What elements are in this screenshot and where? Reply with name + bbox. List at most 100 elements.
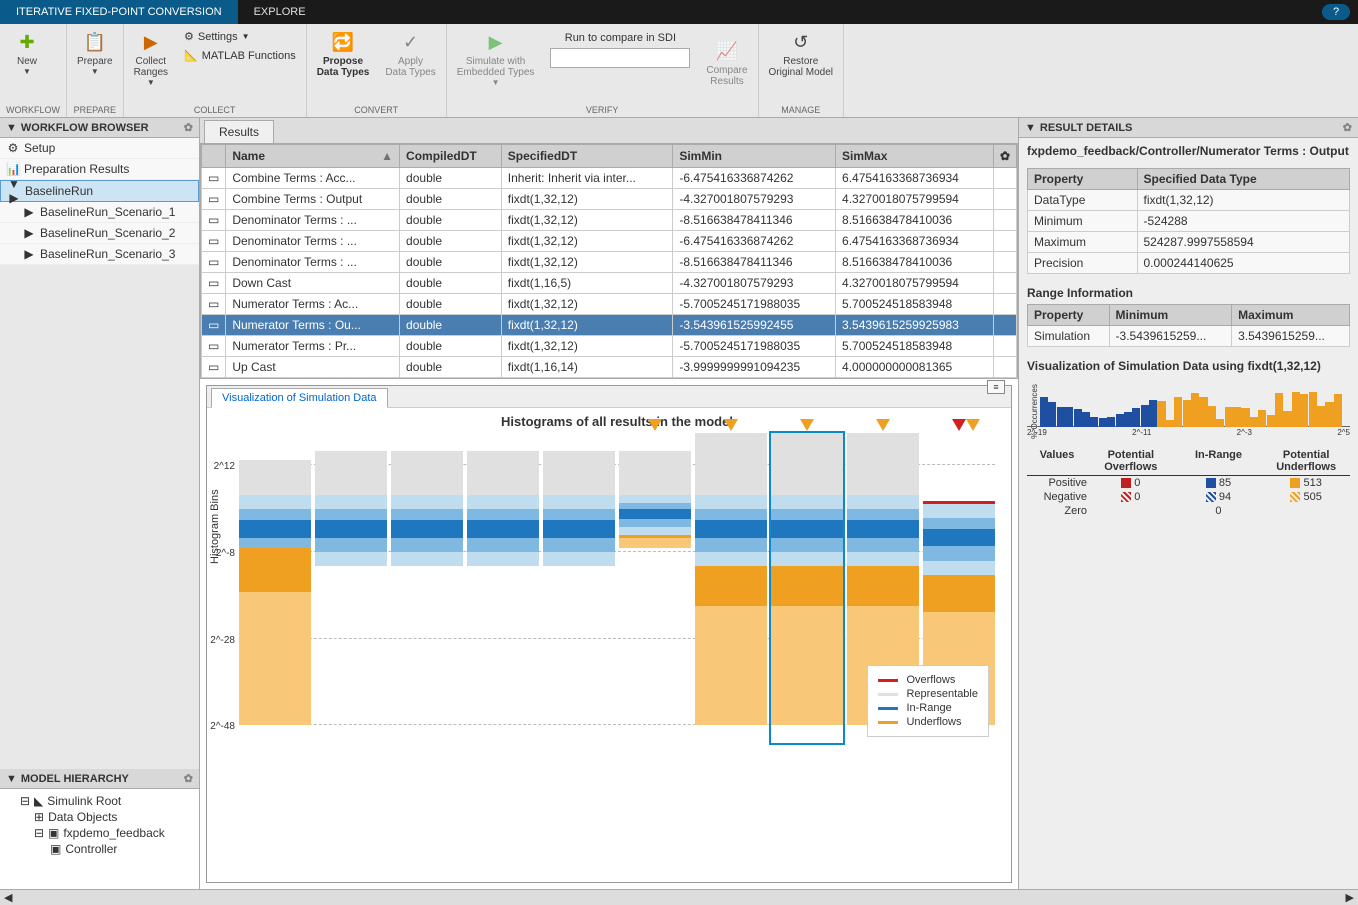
scenario-icon: ▶ [22,247,36,261]
col-simmax[interactable]: SimMax [836,145,994,168]
ribbon: ✚ New ▼ WORKFLOW 📋 Prepare ▼ PREPARE ▶ C… [0,24,1358,118]
values-positive: Positive 0 85 513 [1027,476,1350,490]
run-icon: ▼ ▶ [7,177,21,205]
run-compare-label: Run to compare in SDI [565,32,676,44]
play-icon: ▶ [484,30,508,54]
histogram-column[interactable] [391,433,463,743]
tree-data-objects[interactable]: ⊞Data Objects [4,809,195,825]
verify-group-label: VERIFY [453,105,752,115]
tree-controller[interactable]: ▣Controller [4,841,195,857]
compare-results-button[interactable]: 📈 Compare Results [702,28,751,89]
workflow-prep-results[interactable]: 📊Preparation Results [0,159,199,180]
scroll-left-icon[interactable]: ◀ [4,891,12,904]
histogram-column[interactable] [695,433,767,743]
workflow-scenario-2[interactable]: ▶BaselineRun_Scenario_2 [0,223,199,244]
settings-button[interactable]: ⚙ Settings ▼ [180,28,300,45]
new-button[interactable]: ✚ New ▼ [6,28,48,78]
gear-icon[interactable]: ✿ [1343,121,1352,134]
convert-group-label: CONVERT [313,105,440,115]
scenario-icon: ▶ [22,205,36,219]
table-row[interactable]: ▭Down Castdoublefixdt(1,16,5)-4.32700180… [202,273,1017,294]
tab-explore[interactable]: EXPLORE [238,0,322,24]
prepare-button[interactable]: 📋 Prepare ▼ [73,28,117,78]
status-bar: ◀ ▶ [0,889,1358,905]
run-compare-dropdown[interactable] [550,48,690,68]
tree-simulink-root[interactable]: ⊟◣Simulink Root [4,793,195,809]
histogram-column[interactable] [771,433,843,743]
setup-icon: ⚙ [6,141,20,155]
values-header: ValuesPotential OverflowsIn-RangePotenti… [1027,447,1350,476]
restore-icon: ↺ [789,30,813,54]
viz-legend: Overflows Representable In-Range Underfl… [867,665,989,737]
collect-ranges-button[interactable]: ▶ Collect Ranges ▼ [130,28,172,89]
histogram-column[interactable] [239,433,311,743]
range-info-table: PropertyMinimumMaximum Simulation-3.5439… [1027,304,1350,347]
results-table: Name▲ CompiledDT SpecifiedDT SimMin SimM… [201,144,1017,378]
prepare-icon: 📋 [83,30,107,54]
col-specifieddt[interactable]: SpecifiedDT [501,145,673,168]
histogram-column[interactable] [467,433,539,743]
tree-fxpdemo[interactable]: ⊟▣fxpdemo_feedback [4,825,195,841]
model-icon: ▣ [48,826,59,840]
col-simmin[interactable]: SimMin [673,145,836,168]
manage-group-label: MANAGE [765,105,837,115]
dataobj-icon: ⊞ [34,810,44,824]
block-icon: ▣ [50,842,61,856]
histogram-column[interactable] [619,433,691,743]
workflow-browser-header: ▼WORKFLOW BROWSER ✿ [0,118,199,138]
workflow-group-label: WORKFLOW [6,105,60,115]
collect-icon: ▶ [139,30,163,54]
histogram-column[interactable] [543,433,615,743]
simulate-embedded-button[interactable]: ▶ Simulate with Embedded Types ▼ [453,28,539,89]
model-hierarchy-header: ▼MODEL HIERARCHY ✿ [0,769,199,789]
result-path: fxpdemo_feedback/Controller/Numerator Te… [1027,144,1350,158]
histogram-chart: Histogram Bins 2^12 2^-8 2^-28 2^-48 Ove… [239,433,995,743]
viz-section-heading: Visualization of Simulation Data using f… [1027,359,1350,373]
col-add[interactable]: ✿ [993,145,1016,168]
matlab-functions-button[interactable]: 📐 MATLAB Functions [180,47,300,64]
table-row[interactable]: ▭Numerator Terms : Ou...doublefixdt(1,32… [202,315,1017,336]
table-row[interactable]: ▭Combine Terms : Acc...doubleInherit: In… [202,168,1017,189]
propose-data-types-button[interactable]: 🔁 Propose Data Types [313,28,374,80]
gear-icon: ⚙ [184,30,194,43]
apply-data-types-button[interactable]: ✓ Apply Data Types [381,28,439,80]
workflow-setup[interactable]: ⚙Setup [0,138,199,159]
values-zero: Zero 0 [1027,504,1350,518]
table-row[interactable]: ▭Numerator Terms : Ac...doublefixdt(1,32… [202,294,1017,315]
table-row[interactable]: ▭Denominator Terms : ...doublefixdt(1,32… [202,210,1017,231]
matlab-icon: 📐 [184,49,198,62]
col-compileddt[interactable]: CompiledDT [400,145,502,168]
tab-results[interactable]: Results [204,120,274,143]
table-row[interactable]: ▭Denominator Terms : ...doublefixdt(1,32… [202,252,1017,273]
propose-icon: 🔁 [331,30,355,54]
simulink-icon: ◣ [34,794,43,808]
scroll-right-icon[interactable]: ▶ [1346,891,1354,904]
help-button[interactable]: ? [1322,4,1350,20]
restore-model-button[interactable]: ↺ Restore Original Model [765,28,837,80]
results-icon: 📊 [6,162,20,176]
plus-icon: ✚ [15,30,39,54]
workflow-baselinerun[interactable]: ▼ ▶BaselineRun [0,180,199,202]
mini-histogram: % Occurrences 2^-192^-112^-32^5 [1027,377,1350,437]
histogram-column[interactable] [315,433,387,743]
workflow-scenario-1[interactable]: ▶BaselineRun_Scenario_1 [0,202,199,223]
values-negative: Negative 0 94 505 [1027,490,1350,504]
gear-icon[interactable]: ✿ [184,772,193,785]
table-row[interactable]: ▭Denominator Terms : ...doublefixdt(1,32… [202,231,1017,252]
spec-data-type-table: PropertySpecified Data Type DataTypefixd… [1027,168,1350,274]
scenario-icon: ▶ [22,226,36,240]
table-row[interactable]: ▭Numerator Terms : Pr...doublefixdt(1,32… [202,336,1017,357]
table-row[interactable]: ▭Combine Terms : Outputdoublefixdt(1,32,… [202,189,1017,210]
result-details-header: ▼RESULT DETAILS ✿ [1019,118,1358,138]
col-name[interactable]: Name▲ [226,145,400,168]
tab-visualization[interactable]: Visualization of Simulation Data [211,388,388,408]
table-row[interactable]: ▭Up Castdoublefixdt(1,16,14)-3.999999999… [202,357,1017,378]
legend-toggle-icon[interactable]: ≡ [987,380,1005,394]
workflow-scenario-3[interactable]: ▶BaselineRun_Scenario_3 [0,244,199,265]
apply-icon: ✓ [399,30,423,54]
collect-group-label: COLLECT [130,105,300,115]
range-info-heading: Range Information [1027,286,1350,300]
tab-iterative-conversion[interactable]: ITERATIVE FIXED-POINT CONVERSION [0,0,238,24]
gear-icon[interactable]: ✿ [184,121,193,134]
prepare-group-label: PREPARE [73,105,117,115]
